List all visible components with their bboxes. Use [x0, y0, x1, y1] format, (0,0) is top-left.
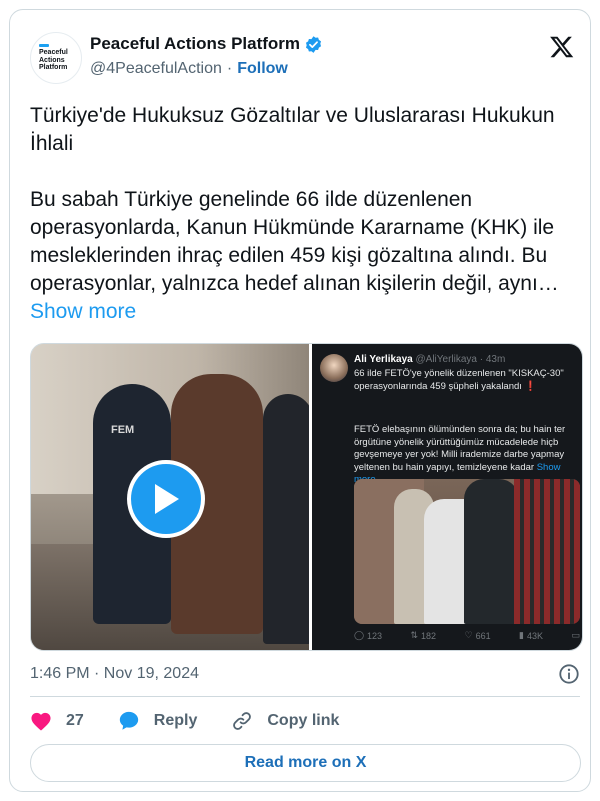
- like-button[interactable]: 27: [30, 711, 84, 731]
- embedded-replies: ◯ 123: [353, 630, 383, 641]
- embedded-bookmark-icon: ▭: [571, 630, 580, 640]
- embedded-photo: [353, 479, 580, 624]
- avatar-text-line-2: Actions: [39, 56, 65, 64]
- tweet-body: Türkiye'de Hukuksuz Gözaltılar ve Ulusla…: [30, 104, 559, 295]
- embedded-stats: ◯ 123 ⇅ 182 ♡ 661 ▮ 43K ▭: [354, 630, 580, 641]
- copy-link-label: Copy link: [267, 712, 340, 729]
- handle-separator: ·: [226, 60, 233, 77]
- embedded-likes-count: 661: [475, 630, 491, 641]
- media-grid: FEM Ali Yerlikaya @AliYerlikaya · 43m 66…: [30, 343, 583, 651]
- like-count: 27: [66, 712, 84, 729]
- embedded-handle: @AliYerlikaya · 43m: [415, 354, 506, 365]
- avatar[interactable]: Peaceful Actions Platform: [30, 32, 82, 84]
- divider: [30, 696, 580, 697]
- tweet-text: Türkiye'de Hukuksuz Gözaltılar ve Ulusla…: [30, 102, 580, 326]
- name-row: Peaceful Actions Platform: [90, 34, 323, 54]
- timestamp[interactable]: 1:46 PM · Nov 19, 2024: [30, 665, 199, 683]
- embedded-name: Ali Yerlikaya: [353, 354, 413, 365]
- handle-row: @4PeacefulAction · Follow: [90, 60, 288, 78]
- photo-person-4: [513, 479, 580, 624]
- avatar-text-line-1: Peaceful: [39, 49, 68, 57]
- reply-button[interactable]: Reply: [118, 710, 198, 732]
- reply-bubble-icon: [119, 711, 138, 730]
- heart-icon: [31, 712, 51, 731]
- reply-label: Reply: [153, 712, 198, 729]
- video-thumbnail[interactable]: FEM: [31, 344, 309, 650]
- tweet-header: Peaceful Actions Platform Peaceful Actio…: [30, 28, 575, 88]
- show-more-link[interactable]: Show more: [30, 300, 136, 323]
- display-name[interactable]: Peaceful Actions Platform: [90, 34, 300, 54]
- follow-button[interactable]: Follow: [237, 60, 288, 78]
- embedded-views-count: 43K: [526, 630, 543, 641]
- verified-badge-icon: [306, 35, 322, 53]
- second-officer-figure: [263, 394, 309, 644]
- x-logo-icon[interactable]: [549, 34, 575, 60]
- embedded-avatar: [319, 354, 348, 382]
- handle[interactable]: @4PeacefulAction: [90, 60, 222, 78]
- info-icon[interactable]: [558, 663, 580, 685]
- avatar-text-line-3: Platform: [39, 64, 68, 72]
- tweet-card: Peaceful Actions Platform Peaceful Actio…: [9, 9, 591, 792]
- embedded-views: ▮ 43K: [519, 630, 543, 641]
- read-more-button[interactable]: Read more on X: [30, 744, 581, 782]
- link-icon: [233, 712, 252, 730]
- embedded-reposts: ⇅ 182: [410, 630, 437, 641]
- embedded-likes: ♡ 661: [464, 630, 491, 641]
- action-bar: 27 Reply Copy link: [30, 708, 373, 734]
- photo-person-3: [463, 479, 519, 624]
- embedded-author: Ali Yerlikaya @AliYerlikaya · 43m: [354, 354, 505, 365]
- play-button[interactable]: [127, 460, 205, 538]
- embedded-replies-count: 123: [367, 630, 383, 641]
- avatar-logo-mark: [39, 44, 49, 48]
- embedded-text-1: 66 ilde FETÖ'ye yönelik düzenlenen "KISK…: [353, 368, 567, 392]
- embedded-text-2: FETÖ elebaşının ölümünden sonra da; bu h…: [354, 424, 580, 487]
- copy-link-button[interactable]: Copy link: [231, 710, 339, 732]
- embedded-reposts-count: 182: [421, 630, 437, 641]
- screenshot-image[interactable]: Ali Yerlikaya @AliYerlikaya · 43m 66 ild…: [311, 344, 582, 650]
- vest-text: FEM: [111, 424, 135, 436]
- timestamp-row: 1:46 PM · Nov 19, 2024: [30, 662, 580, 686]
- play-icon: [155, 484, 179, 514]
